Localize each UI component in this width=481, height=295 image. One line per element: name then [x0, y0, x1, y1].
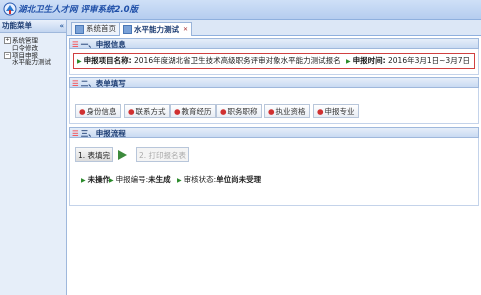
section-body-flow: [69, 138, 479, 206]
step-print-button: 2. 打印报名表: [136, 147, 190, 162]
sidebar-header: 功能菜单 «: [0, 20, 66, 33]
bullet-icon: ▶: [81, 177, 86, 184]
app-title: 湖北卫生人才网 评审系统2.0版: [18, 5, 139, 15]
btn-title[interactable]: ●职务职称: [216, 104, 262, 118]
sidebar-item-label: 水平能力测试: [12, 58, 51, 66]
bullet-icon: ▶: [77, 58, 82, 65]
app-banner: 湖北卫生人才网 评审系统2.0版: [0, 0, 481, 20]
close-icon[interactable]: ✕: [183, 24, 188, 36]
section-header-info[interactable]: ☰ 一、申报信息: [69, 38, 479, 49]
sidebar: 功能菜单 « + 系统管理 口令修改 − 项目申报 水平能力测试: [0, 20, 67, 295]
tab-label: 系统首页: [86, 24, 116, 33]
time-label: 申报时间:: [352, 56, 386, 65]
status-number: ▶ 申报编号:未生成: [109, 175, 171, 184]
btn-specialty[interactable]: ●申报专业: [313, 104, 359, 118]
section-header-flow[interactable]: ☰ 三、申报流程: [69, 127, 479, 138]
btn-contact[interactable]: ●联系方式: [124, 104, 170, 118]
sidebar-item-test[interactable]: 水平能力测试: [0, 59, 66, 66]
declaration-info-row: ▶ 申报项目名称: 2016年度湖北省卫生技术高级职务评审对象水平能力测试报名 ▶…: [73, 53, 475, 69]
home-icon: [75, 24, 84, 34]
collapse-tree-icon[interactable]: −: [4, 51, 11, 59]
section-header-form[interactable]: ☰ 二、表单填写: [69, 77, 479, 88]
bullet-icon: ▶: [109, 177, 114, 184]
btn-identity[interactable]: ●身份信息: [75, 104, 121, 118]
step-fill-form-button[interactable]: 1. 表填完: [75, 147, 114, 162]
status-review: ▶ 审核状态:单位尚未受理: [177, 175, 262, 184]
collapse-icon[interactable]: ☰: [72, 40, 79, 49]
bullet-icon: ▶: [346, 58, 351, 65]
page-icon: [123, 25, 132, 34]
bullet-icon: ▶: [177, 177, 182, 184]
sidebar-title: 功能菜单: [2, 21, 32, 30]
collapse-icon[interactable]: «: [59, 20, 64, 32]
tab-label: 水平能力测试: [134, 24, 179, 34]
project-label: 申报项目名称:: [83, 56, 132, 65]
expand-icon[interactable]: +: [4, 37, 11, 44]
collapse-icon[interactable]: ☰: [72, 129, 79, 138]
tab-bar: 系统首页 水平能力测试 ✕: [67, 20, 481, 36]
tab-home[interactable]: 系统首页: [71, 22, 120, 35]
arrow-right-icon: [118, 150, 127, 160]
collapse-icon[interactable]: ☰: [72, 79, 79, 88]
time-value: 2016年3月1日~3月7日: [388, 56, 470, 65]
tab-test[interactable]: 水平能力测试 ✕: [119, 22, 193, 36]
logo-icon: [3, 2, 17, 16]
btn-license[interactable]: ●执业资格: [264, 104, 310, 118]
btn-education[interactable]: ●教育经历: [170, 104, 216, 118]
project-value: 2016年度湖北省卫生技术高级职务评审对象水平能力测试报名: [134, 56, 341, 65]
